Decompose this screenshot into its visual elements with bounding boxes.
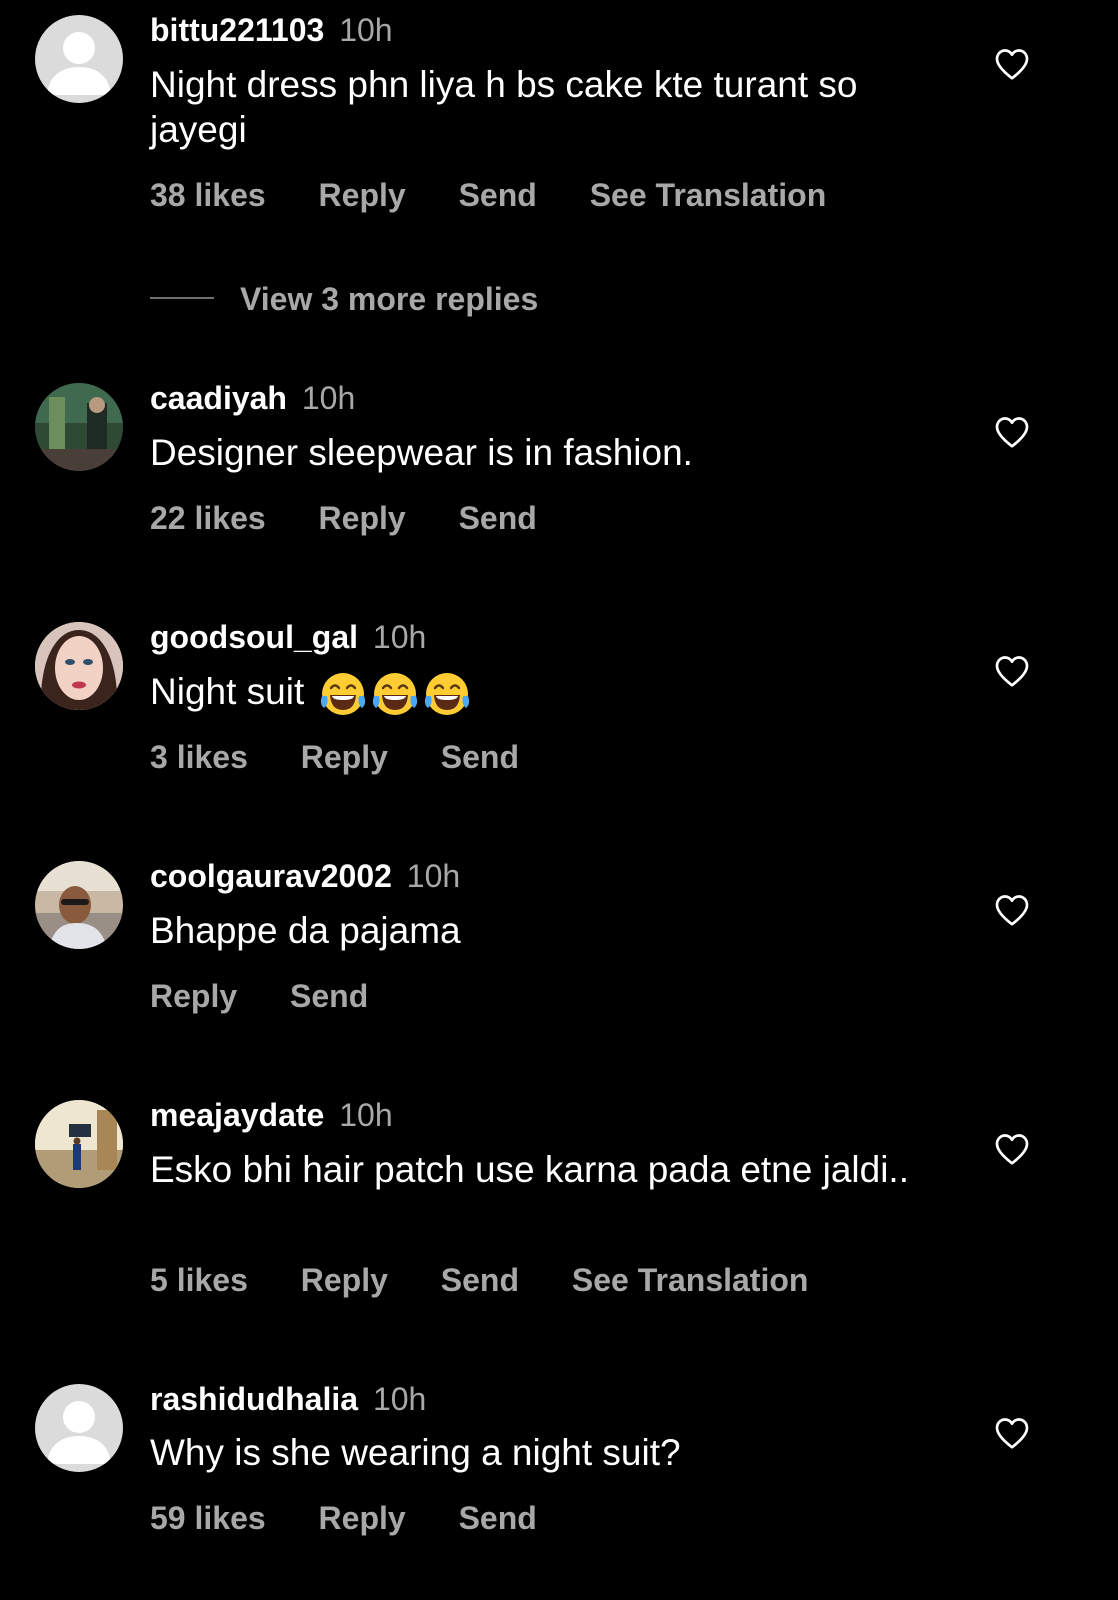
reply-button[interactable]: Reply [319,500,406,536]
comment-time: 10h [372,619,427,655]
send-button[interactable]: Send [290,978,368,1014]
reply-button[interactable]: Reply [150,978,237,1014]
reply-button[interactable]: Reply [319,177,406,213]
profile-photo-icon [35,1100,123,1188]
heart-outline-icon[interactable] [994,1416,1030,1450]
send-button[interactable]: Send [459,177,537,213]
reply-button[interactable]: Reply [319,1500,406,1536]
reply-button[interactable]: Reply [301,739,388,775]
view-more-replies-label[interactable]: View 3 more replies [240,280,538,318]
send-button[interactable]: Send [441,739,519,775]
comment-actions: 22 likes Reply Send [150,499,581,537]
comment-text: Bhappe da pajama [150,910,461,951]
avatar-photo[interactable] [35,383,123,471]
replies-divider [150,297,214,299]
send-button[interactable]: Send [459,1500,537,1536]
comment-header: caadiyah 10h [150,379,355,417]
heart-outline-icon[interactable] [994,47,1030,81]
comment-time: 10h [301,380,356,416]
default-avatar-icon [35,1384,123,1472]
see-translation-button[interactable]: See Translation [572,1262,809,1298]
likes-count[interactable]: 38 likes [150,177,266,213]
default-avatar-icon [35,15,123,103]
comment-header: bittu221103 10h [150,11,393,49]
comment-username[interactable]: goodsoul_gal [150,619,358,655]
reply-button[interactable]: Reply [301,1262,388,1298]
comment-time: 10h [339,1097,393,1133]
comment-username[interactable]: coolgaurav2002 [150,858,392,894]
comment-text: Night suit [150,669,950,718]
comment-time: 10h [406,858,461,894]
profile-photo-icon [35,861,123,949]
avatar-default[interactable] [35,15,123,103]
comment-text: Esko bhi hair patch use karna pada etne … [150,1149,909,1190]
laughing-tears-emoji [372,673,417,716]
heart-outline-icon[interactable] [994,415,1030,449]
comment-header: meajaydate 10h [150,1096,393,1134]
comment-header: coolgaurav2002 10h [150,857,460,895]
likes-count[interactable]: 22 likes [150,500,266,536]
laughing-tears-emoji [424,673,469,716]
comment-username[interactable]: rashidudhalia [150,1381,358,1417]
send-button[interactable]: Send [459,500,537,536]
comment-text-content: Night suit [150,671,305,712]
see-translation-button[interactable]: See Translation [590,177,827,213]
comment-username[interactable]: bittu221103 [150,12,324,48]
heart-outline-icon[interactable] [994,893,1030,927]
comment-text: Why is she wearing a night suit? [150,1432,681,1473]
comment-time: 10h [339,12,393,48]
likes-count[interactable]: 59 likes [150,1500,266,1536]
likes-count[interactable]: 3 likes [150,739,248,775]
avatar-default[interactable] [35,1384,123,1472]
profile-photo-icon [35,622,123,710]
heart-outline-icon[interactable] [994,1132,1030,1166]
comment-actions: 5 likes Reply Send See Translation [150,1261,852,1299]
profile-photo-icon [35,383,123,471]
comment-actions: 3 likes Reply Send [150,738,563,776]
avatar-photo[interactable] [35,861,123,949]
avatar-photo[interactable] [35,622,123,710]
comment-time: 10h [372,1381,427,1417]
comment-actions: Reply Send [150,977,412,1015]
comment-header: goodsoul_gal 10h [150,618,426,656]
laughing-tears-emoji [320,673,365,716]
send-button[interactable]: Send [441,1262,519,1298]
comment-header: rashidudhalia 10h [150,1380,426,1418]
comment-actions: 59 likes Reply Send [150,1499,581,1537]
comment-username[interactable]: caadiyah [150,380,287,416]
comment-text: Designer sleepwear is in fashion. [150,432,693,473]
likes-count[interactable]: 5 likes [150,1262,248,1298]
avatar-photo[interactable] [35,1100,123,1188]
comment-username[interactable]: meajaydate [150,1097,324,1133]
heart-outline-icon[interactable] [994,654,1030,688]
comment-actions: 38 likes Reply Send See Translation [150,176,870,214]
comment-text: Night dress phn liya h bs cake kte turan… [150,64,858,150]
